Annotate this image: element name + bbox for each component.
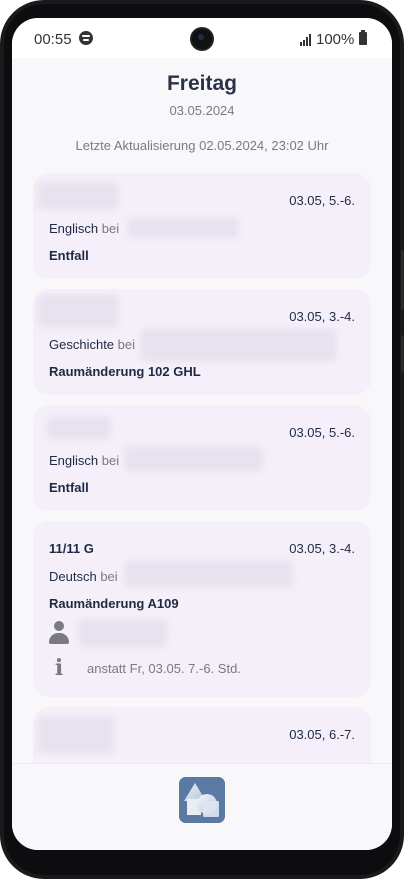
redacted-teacher (141, 329, 336, 361)
card-subject: Englisch bei (49, 453, 119, 468)
redacted-class (38, 295, 118, 327)
redacted-substitute (79, 619, 167, 647)
redacted-teacher (125, 447, 263, 471)
card-time: 03.05, 5.-6. (289, 193, 355, 208)
last-update-text: Letzte Aktualisierung 02.05.2024, 23:02 … (75, 138, 329, 153)
redacted-class (38, 183, 118, 209)
card-status: Entfall (49, 480, 89, 495)
spotify-icon (79, 31, 93, 45)
redacted-class (47, 417, 111, 439)
screen: 00:55 100% Freitag 03.05.2024 Letzte Akt… (12, 18, 392, 850)
substitution-card[interactable]: 11/11 G 03.05, 3.-4. Deutsch bei Raumänd… (33, 521, 371, 697)
subject-name: Deutsch (49, 569, 97, 584)
subject-name: Englisch (49, 453, 99, 468)
info-row: i anstatt Fr, 03.05. 7.-6. Std. (49, 657, 349, 683)
card-subject: Geschichte bei (49, 337, 135, 352)
card-status: Raumänderung A109 (49, 596, 179, 611)
card-subject: Deutsch bei (49, 569, 118, 584)
teacher-prefix: bei (100, 569, 118, 584)
redacted-teacher (125, 561, 293, 587)
phone-frame: 00:55 100% Freitag 03.05.2024 Letzte Akt… (0, 0, 404, 879)
redacted-teacher (128, 218, 238, 238)
substitution-card[interactable]: 03.05, 5.-6. Englisch bei Entfall (33, 405, 371, 511)
battery-icon (359, 30, 367, 45)
card-status: Entfall (49, 248, 89, 263)
bottom-bar (12, 763, 392, 850)
app-logo-button[interactable] (179, 777, 225, 823)
redacted-class (38, 717, 114, 753)
teacher-prefix: bei (101, 453, 120, 468)
card-time: 03.05, 5.-6. (289, 425, 355, 440)
app-logo-icon (179, 777, 225, 823)
substitute-teacher-row (49, 619, 349, 647)
battery-percentage: 100% (316, 31, 355, 48)
card-subject: Englisch bei (49, 221, 119, 236)
info-icon: i (54, 655, 64, 681)
card-time: 03.05, 3.-4. (289, 541, 355, 556)
subject-name: Englisch (49, 221, 99, 236)
front-camera (192, 29, 212, 49)
info-text: anstatt Fr, 03.05. 7.-6. Std. (87, 661, 241, 676)
card-class: 11/11 G (49, 541, 94, 556)
card-time: 03.05, 3.-4. (289, 309, 355, 324)
status-bar: 00:55 100% (12, 18, 392, 58)
status-time: 00:55 (34, 31, 72, 48)
card-status: Raumänderung 102 GHL (49, 364, 201, 379)
teacher-prefix: bei (117, 337, 136, 352)
substitution-card[interactable]: 03.05, 5.-6. Englisch bei Entfall (33, 173, 371, 279)
person-icon (49, 621, 69, 645)
subject-name: Geschichte (49, 337, 115, 352)
substitution-card[interactable]: 03.05, 3.-4. Geschichte bei Raumänderung… (33, 289, 371, 395)
card-time: 03.05, 6.-7. (289, 727, 355, 742)
page-title: Freitag (166, 72, 237, 95)
teacher-prefix: bei (101, 221, 120, 236)
signal-icon (300, 32, 314, 46)
page-date: 03.05.2024 (169, 103, 235, 118)
